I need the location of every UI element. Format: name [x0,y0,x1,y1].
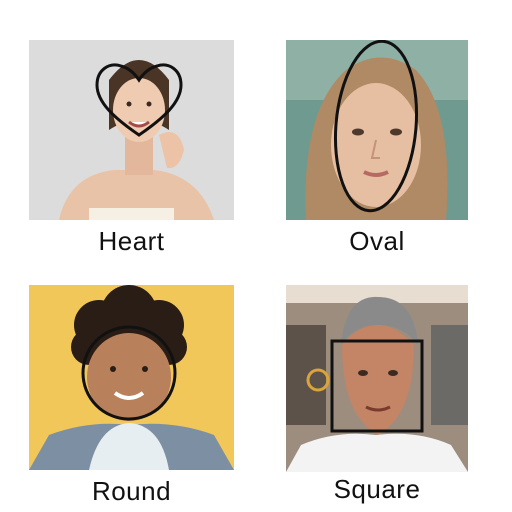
heart-face-photo [29,40,234,220]
heart-face-image [29,40,234,220]
square-face-photo [286,285,468,472]
round-label: Round [91,476,172,506]
oval-face-image [286,40,468,220]
heart-label: Heart [98,226,165,256]
oval-face-photo [286,40,468,220]
round-face-image [29,285,234,470]
oval-label: Oval [349,226,405,256]
round-face-photo [29,285,234,470]
square-face-image [286,285,468,472]
square-label: Square [333,474,421,504]
